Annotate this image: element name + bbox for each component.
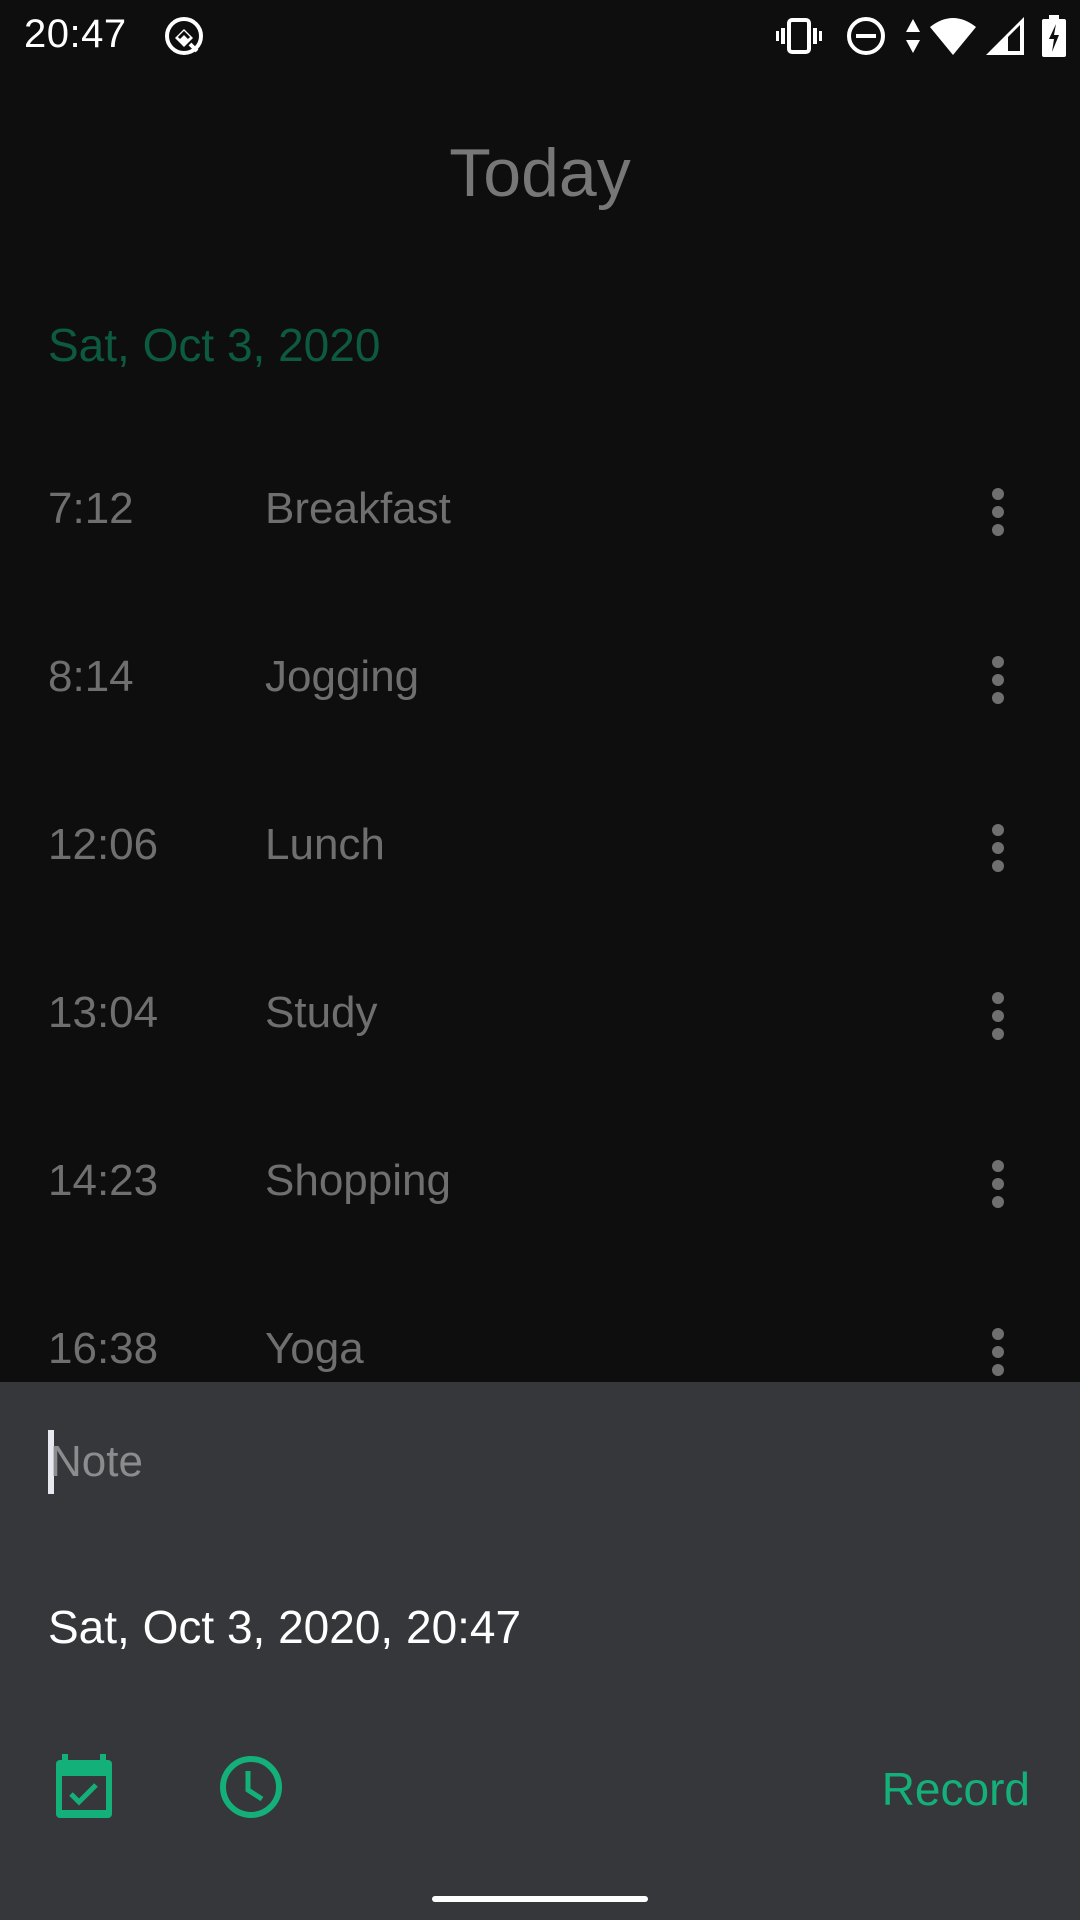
record-button[interactable]: Record — [882, 1762, 1030, 1816]
status-bar: 20:47 — [0, 0, 1080, 72]
more-vert-icon[interactable] — [980, 812, 1016, 884]
more-vert-icon[interactable] — [980, 476, 1016, 548]
list-item[interactable]: 7:12 Breakfast — [0, 452, 1080, 572]
cellular-signal-icon — [986, 17, 1024, 55]
record-bottom-sheet: Sat, Oct 3, 2020, 20:47 Record — [0, 1382, 1080, 1920]
entry-label: Study — [265, 988, 378, 1037]
gesture-nav-handle[interactable] — [432, 1896, 648, 1902]
date-header: Sat, Oct 3, 2020 — [48, 319, 381, 371]
entry-label: Breakfast — [265, 484, 451, 533]
more-vert-icon[interactable] — [980, 980, 1016, 1052]
entry-label: Yoga — [265, 1324, 364, 1373]
list-item[interactable]: 14:23 Shopping — [0, 1124, 1080, 1244]
list-item[interactable]: 8:14 Jogging — [0, 620, 1080, 740]
more-vert-icon[interactable] — [980, 1148, 1016, 1220]
entry-time: 7:12 — [48, 484, 134, 533]
more-vert-icon[interactable] — [980, 1316, 1016, 1388]
more-vert-icon[interactable] — [980, 644, 1016, 716]
battery-charging-icon — [1042, 15, 1066, 57]
note-input[interactable] — [50, 1437, 950, 1487]
status-icons — [776, 14, 1066, 58]
note-field[interactable] — [48, 1422, 1028, 1502]
app-notification-icon — [165, 17, 203, 55]
list-item[interactable]: 13:04 Study — [0, 956, 1080, 1076]
data-transfer-icon — [906, 19, 920, 53]
list-item[interactable]: 12:06 Lunch — [0, 788, 1080, 908]
wifi-icon — [930, 18, 976, 55]
entry-label: Shopping — [265, 1156, 451, 1205]
entry-time: 16:38 — [48, 1324, 159, 1373]
entry-label: Jogging — [265, 652, 420, 701]
do-not-disturb-icon — [847, 17, 885, 55]
clock-icon[interactable] — [218, 1754, 284, 1820]
entry-label: Lunch — [265, 820, 385, 869]
entry-time: 14:23 — [48, 1156, 159, 1205]
status-time: 20:47 — [24, 12, 127, 56]
entry-time: 13:04 — [48, 988, 159, 1037]
event-available-icon[interactable] — [52, 1754, 116, 1818]
entry-time: 12:06 — [48, 820, 159, 869]
page-title: Today — [449, 135, 631, 211]
vibrate-icon — [776, 18, 822, 54]
entry-time: 8:14 — [48, 652, 134, 701]
datetime-value[interactable]: Sat, Oct 3, 2020, 20:47 — [48, 1600, 521, 1654]
